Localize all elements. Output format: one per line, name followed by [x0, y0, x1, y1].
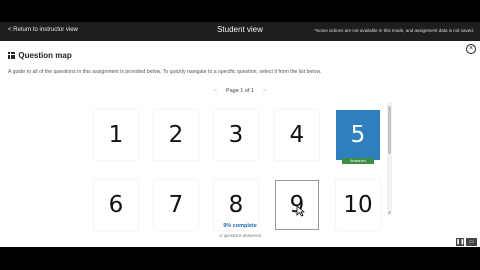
- question-number: 3: [228, 122, 244, 148]
- scroll-thumb[interactable]: [388, 106, 391, 154]
- page-navigation: < Page 1 of 1 >: [0, 88, 480, 94]
- scroll-down-arrow[interactable]: ▼: [387, 211, 392, 215]
- pause-icon[interactable]: ❚❚: [456, 238, 464, 246]
- question-tile-3[interactable]: 3: [214, 110, 258, 160]
- question-tile-5[interactable]: 5 Answered: [336, 110, 380, 164]
- question-number: 7: [168, 192, 184, 218]
- question-tile-2[interactable]: 2: [154, 110, 198, 160]
- question-number: 6: [108, 192, 124, 218]
- close-icon[interactable]: ×: [466, 44, 476, 54]
- question-number: 8: [228, 192, 244, 218]
- student-view-notice: *Some actions are not available in this …: [314, 28, 474, 33]
- question-number: 5: [350, 122, 366, 148]
- question-grid-scrollbar[interactable]: [387, 103, 392, 215]
- question-tile-4[interactable]: 4: [275, 110, 319, 160]
- question-map-title: Question map: [18, 51, 72, 60]
- question-number: 2: [168, 122, 184, 148]
- question-map-heading: Question map: [8, 51, 72, 60]
- answered-badge: Answered: [342, 158, 374, 164]
- question-map-guide: A guide to all of the questions in this …: [8, 69, 322, 75]
- page-label: Page 1 of 1: [225, 88, 255, 94]
- question-number: 10: [343, 192, 373, 218]
- fullscreen-icon[interactable]: ▭: [466, 238, 477, 246]
- previous-page-button[interactable]: <: [206, 88, 224, 94]
- question-tile-1[interactable]: 1: [94, 110, 138, 160]
- next-page-button[interactable]: >: [256, 88, 274, 94]
- mouse-pointer-icon: [296, 205, 305, 217]
- question-map-panel: × Question map A guide to all of the que…: [0, 41, 480, 247]
- student-view-topbar: < Return to instructor view Student view…: [0, 22, 480, 41]
- progress-summary: 9% complete 1/ questions answered: [0, 223, 480, 238]
- questions-answered-count: 1/ questions answered: [219, 233, 261, 238]
- percent-complete: 9% complete: [223, 223, 257, 229]
- grid-icon: [8, 51, 16, 60]
- question-number: 4: [289, 122, 305, 148]
- question-number: 1: [108, 122, 124, 148]
